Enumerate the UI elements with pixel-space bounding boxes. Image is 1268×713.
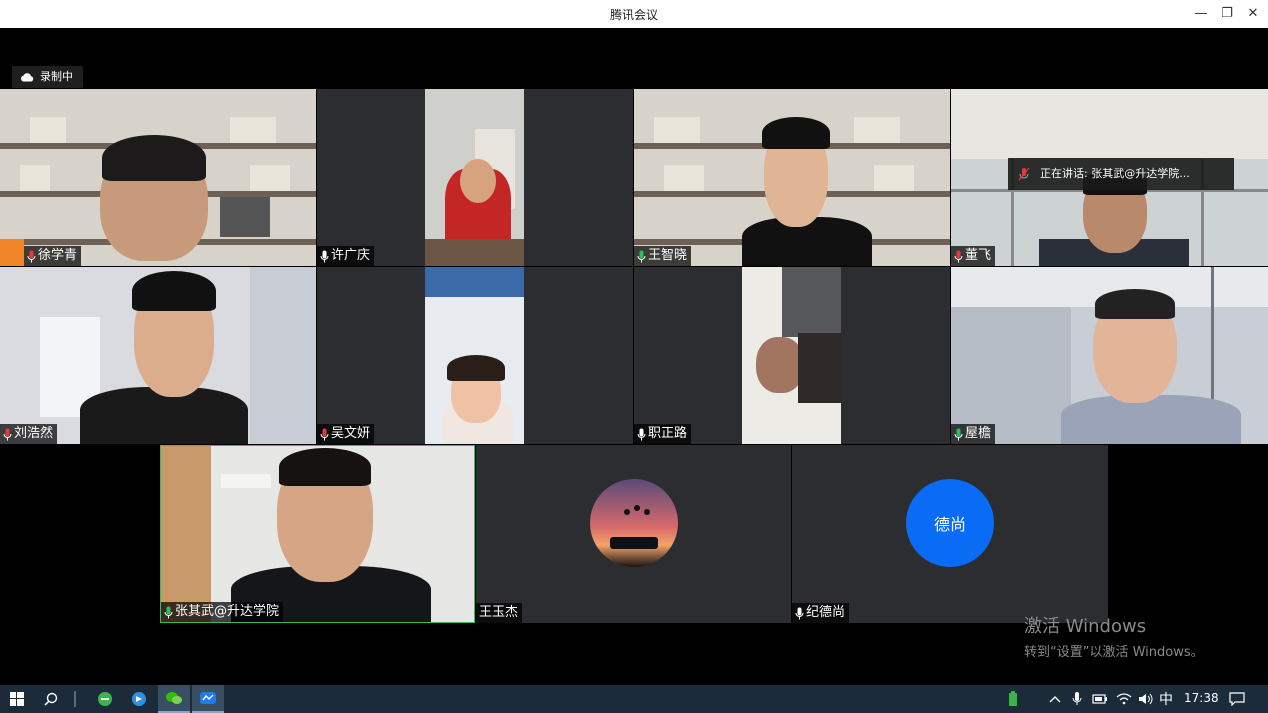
mic-icon (637, 428, 646, 441)
window-title: 腾讯会议 (609, 8, 658, 22)
windows-start-icon[interactable] (4, 685, 30, 713)
video-tile[interactable]: 刘浩然 (0, 267, 316, 444)
taskbar: 中 17:38 (0, 685, 1268, 713)
video-tile[interactable]: 德尚 纪德尚 (792, 445, 1108, 623)
video-tile-active-speaker[interactable]: 张其武@升达学院 (160, 445, 475, 623)
participant-name-label: 吴文妍 (317, 424, 375, 444)
microphone-icon[interactable] (1068, 685, 1086, 713)
participant-name-label: 徐学青 (24, 246, 82, 266)
chevron-up-icon[interactable] (1046, 685, 1064, 713)
notification-icon[interactable] (1226, 685, 1248, 713)
video-tile[interactable]: 屋檐 (951, 267, 1268, 444)
battery-icon[interactable] (1004, 685, 1022, 713)
participant-name-label: 纪德尚 (792, 603, 850, 623)
recording-badge[interactable]: 录制中 (12, 66, 83, 88)
cloud-icon (21, 73, 34, 82)
minimize-icon[interactable]: — (1190, 4, 1212, 24)
participant-name-label: 刘浩然 (0, 424, 58, 444)
close-icon[interactable]: ✕ (1242, 4, 1264, 24)
video-tile[interactable]: 王玉杰 (476, 445, 791, 623)
participant-name-label: 王玉杰 (476, 603, 523, 623)
mic-muted-icon (1018, 167, 1030, 181)
restore-icon[interactable]: ❐ (1216, 4, 1238, 24)
tencent-meeting-app-icon[interactable] (192, 685, 224, 713)
recording-label: 录制中 (40, 70, 73, 83)
mic-icon (320, 250, 329, 263)
participant-name-label: 许广庆 (317, 246, 375, 266)
browser-app-icon[interactable] (92, 685, 118, 713)
avatar (590, 479, 678, 567)
power-icon[interactable] (1090, 685, 1110, 713)
mic-muted-icon (320, 428, 329, 441)
search-icon[interactable] (38, 685, 64, 713)
volume-icon[interactable] (1136, 685, 1156, 713)
title-bar: 腾讯会议 — ❐ ✕ (0, 0, 1268, 28)
mic-muted-icon (954, 250, 963, 263)
mic-muted-icon (3, 428, 12, 441)
taskbar-divider (74, 691, 76, 707)
video-tile[interactable]: 徐学青 (0, 89, 316, 266)
participant-name-label: 屋檐 (951, 424, 996, 444)
mic-icon (637, 250, 646, 263)
participant-name-label: 职正路 (634, 424, 692, 444)
video-tile[interactable]: 吴文妍 (317, 267, 633, 444)
clock-time[interactable]: 17:38 (1184, 691, 1219, 705)
activation-watermark: 激活 Windows 转到“设置”以激活 Windows。 (1024, 616, 1204, 660)
ime-indicator[interactable]: 中 (1159, 689, 1173, 709)
participant-name-label: 董飞 (951, 246, 996, 266)
mic-icon (164, 606, 173, 619)
mic-icon (795, 607, 804, 620)
video-tile[interactable]: 职正路 (634, 267, 950, 444)
browser-app-icon-2[interactable] (126, 685, 152, 713)
avatar: 德尚 (906, 479, 994, 567)
mic-icon (954, 428, 963, 441)
host-badge (0, 239, 24, 266)
video-tile[interactable]: 王智晓 (634, 89, 950, 266)
wifi-icon[interactable] (1114, 685, 1134, 713)
wechat-app-icon[interactable] (158, 685, 190, 713)
video-tile[interactable]: 许广庆 (317, 89, 633, 266)
speaking-indicator: 正在讲话: 张其武@升达学院... (1008, 158, 1234, 190)
participant-name-label: 王智晓 (634, 246, 692, 266)
mic-muted-icon (27, 250, 36, 263)
participant-name-label: 张其武@升达学院 (161, 602, 284, 622)
